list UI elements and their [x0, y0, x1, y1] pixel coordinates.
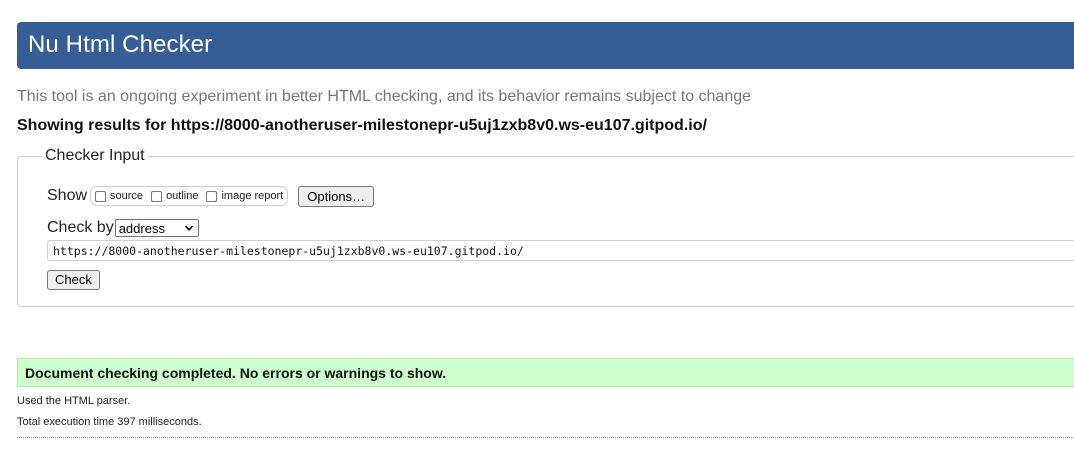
parser-note: Used the HTML parser. [17, 395, 131, 407]
show-image-report-label: image report [221, 190, 284, 202]
url-input[interactable]: https://8000-anotheruser-milestonepr-u5u… [47, 240, 1074, 261]
chevron-down-icon [184, 225, 193, 231]
execution-time-note: Total execution time 397 milliseconds. [17, 416, 202, 428]
page-title: Nu Html Checker [28, 31, 213, 58]
show-source-checkbox[interactable]: source [95, 190, 143, 202]
page: Nu Html Checker This tool is an ongoing … [0, 0, 1074, 473]
checkbox-box[interactable] [206, 190, 218, 202]
show-source-label: source [110, 190, 144, 202]
show-row: Show source outline image report Options… [47, 185, 375, 207]
check-by-selected-value: address [118, 220, 165, 236]
show-label: Show [47, 187, 88, 204]
checker-input-fieldset: Checker Input Show source outline image … [17, 147, 1074, 307]
show-outline-label: outline [166, 190, 199, 202]
options-button[interactable]: Options… [298, 185, 375, 207]
results-heading: Showing results for https://8000-another… [17, 117, 707, 134]
checker-input-legend: Checker Input [42, 147, 148, 165]
success-message: Document checking completed. No errors o… [17, 358, 1074, 387]
checkbox-box[interactable] [95, 190, 107, 202]
check-by-row: Check by address [47, 218, 199, 238]
checkbox-box[interactable] [151, 190, 163, 202]
check-button[interactable]: Check [47, 270, 100, 290]
check-by-label: Check by [47, 219, 114, 236]
show-image-report-checkbox[interactable]: image report [206, 190, 283, 202]
show-outline-checkbox[interactable]: outline [151, 190, 198, 202]
dotted-divider [17, 437, 1074, 438]
check-by-select[interactable]: address [114, 219, 199, 237]
tagline: This tool is an ongoing experiment in be… [17, 88, 752, 105]
header-bar: Nu Html Checker [17, 22, 1074, 69]
show-options-group: source outline image report [90, 186, 289, 206]
